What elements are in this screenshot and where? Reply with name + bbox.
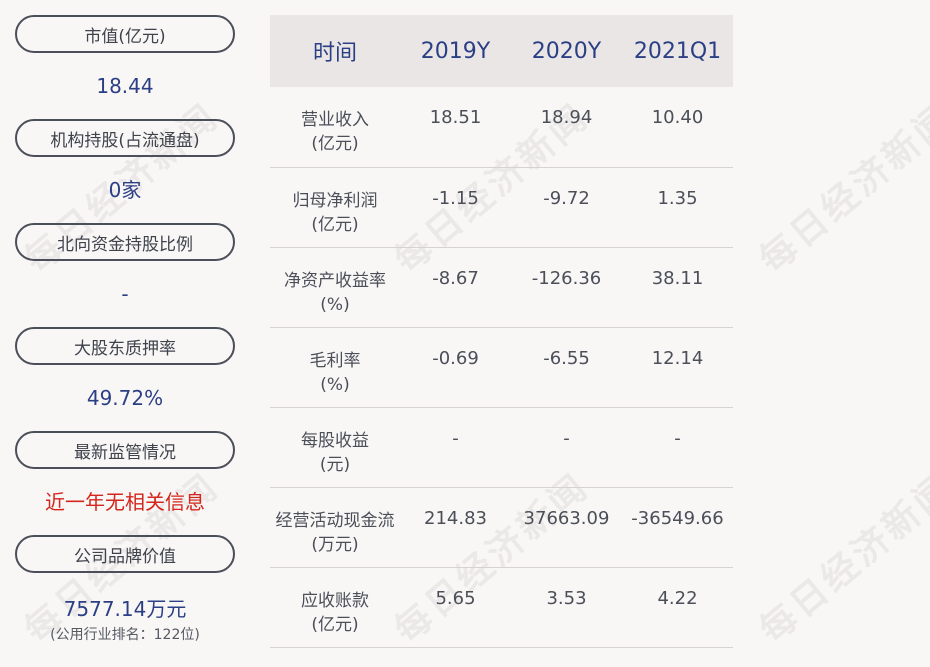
table-row: 每股收益 (元) - - - bbox=[270, 407, 733, 488]
brand-rank-note: (公用行业排名：122位) bbox=[50, 627, 200, 643]
watermark: 每日经济新闻 bbox=[752, 95, 930, 282]
table-cell: -0.69 bbox=[400, 327, 511, 408]
table-row: 经营活动现金流 (万元) 214.83 37663.09 -36549.66 bbox=[270, 487, 733, 568]
table-row: 归母净利润 (亿元) -1.15 -9.72 1.35 bbox=[270, 167, 733, 248]
header-2021q1: 2021Q1 bbox=[622, 15, 733, 87]
row-label: 营业收入 (亿元) bbox=[270, 87, 400, 168]
row-label: 归母净利润 (亿元) bbox=[270, 167, 400, 248]
table-cell: 37663.09 bbox=[511, 487, 622, 568]
row-label: 净资产收益率 (%) bbox=[270, 247, 400, 328]
table-cell: - bbox=[400, 407, 511, 488]
table-row: 营业收入 (亿元) 18.51 18.94 10.40 bbox=[270, 87, 733, 168]
table-cell: 214.83 bbox=[400, 487, 511, 568]
table-cell: 18.94 bbox=[511, 87, 622, 168]
metric-label-institutional-holding: 机构持股(占流通盘) bbox=[15, 119, 235, 157]
table-cell: 3.53 bbox=[511, 567, 622, 648]
metric-value-brand-value-block: 7577.14万元 (公用行业排名：122位) bbox=[15, 573, 235, 644]
header-2020y: 2020Y bbox=[511, 15, 622, 87]
metric-value-institutional-holding: 0家 bbox=[108, 178, 142, 202]
metric-label-pledge-ratio: 大股东质押率 bbox=[15, 327, 235, 365]
row-label: 毛利率 (%) bbox=[270, 327, 400, 408]
table-cell: 12.14 bbox=[622, 327, 733, 408]
watermark: 每日经济新闻 bbox=[752, 465, 930, 652]
header-2019y: 2019Y bbox=[400, 15, 511, 87]
table-cell: 10.40 bbox=[622, 87, 733, 168]
row-label: 每股收益 (元) bbox=[270, 407, 400, 488]
table-row: 应收账款 (亿元) 5.65 3.53 4.22 bbox=[270, 567, 733, 648]
table-cell: 4.22 bbox=[622, 567, 733, 648]
financial-table: 时间 2019Y 2020Y 2021Q1 营业收入 (亿元) 18.51 18.… bbox=[270, 15, 733, 648]
row-label: 应收账款 (亿元) bbox=[270, 567, 400, 648]
table-cell: -6.55 bbox=[511, 327, 622, 408]
metric-value-market-cap: 18.44 bbox=[96, 74, 154, 98]
metric-label-northbound-ratio: 北向资金持股比例 bbox=[15, 223, 235, 261]
table-cell: -1.15 bbox=[400, 167, 511, 248]
table-cell: -9.72 bbox=[511, 167, 622, 248]
key-metrics-panel: 市值(亿元) 18.44 机构持股(占流通盘) 0家 北向资金持股比例 - 大股… bbox=[15, 15, 235, 644]
header-period: 时间 bbox=[270, 15, 400, 87]
table-cell: -8.67 bbox=[400, 247, 511, 328]
table-cell: 5.65 bbox=[400, 567, 511, 648]
table-cell: 18.51 bbox=[400, 87, 511, 168]
table-cell: -126.36 bbox=[511, 247, 622, 328]
table-cell: 1.35 bbox=[622, 167, 733, 248]
metric-value-northbound-ratio: - bbox=[121, 282, 129, 306]
table-cell: -36549.66 bbox=[622, 487, 733, 568]
metric-value-regulation: 近一年无相关信息 bbox=[45, 490, 205, 514]
metric-label-brand-value: 公司品牌价值 bbox=[15, 535, 235, 573]
table-row: 毛利率 (%) -0.69 -6.55 12.14 bbox=[270, 327, 733, 408]
table-row: 净资产收益率 (%) -8.67 -126.36 38.11 bbox=[270, 247, 733, 328]
table-cell: - bbox=[622, 407, 733, 488]
metric-label-market-cap: 市值(亿元) bbox=[15, 15, 235, 53]
table-cell: - bbox=[511, 407, 622, 488]
table-cell: 38.11 bbox=[622, 247, 733, 328]
metric-value-pledge-ratio: 49.72% bbox=[86, 386, 164, 410]
row-label: 经营活动现金流 (万元) bbox=[270, 487, 400, 568]
metric-value-brand-value: 7577.14万元 bbox=[63, 597, 187, 621]
metric-label-regulation: 最新监管情况 bbox=[15, 431, 235, 469]
table-header-row: 时间 2019Y 2020Y 2021Q1 bbox=[270, 15, 733, 87]
